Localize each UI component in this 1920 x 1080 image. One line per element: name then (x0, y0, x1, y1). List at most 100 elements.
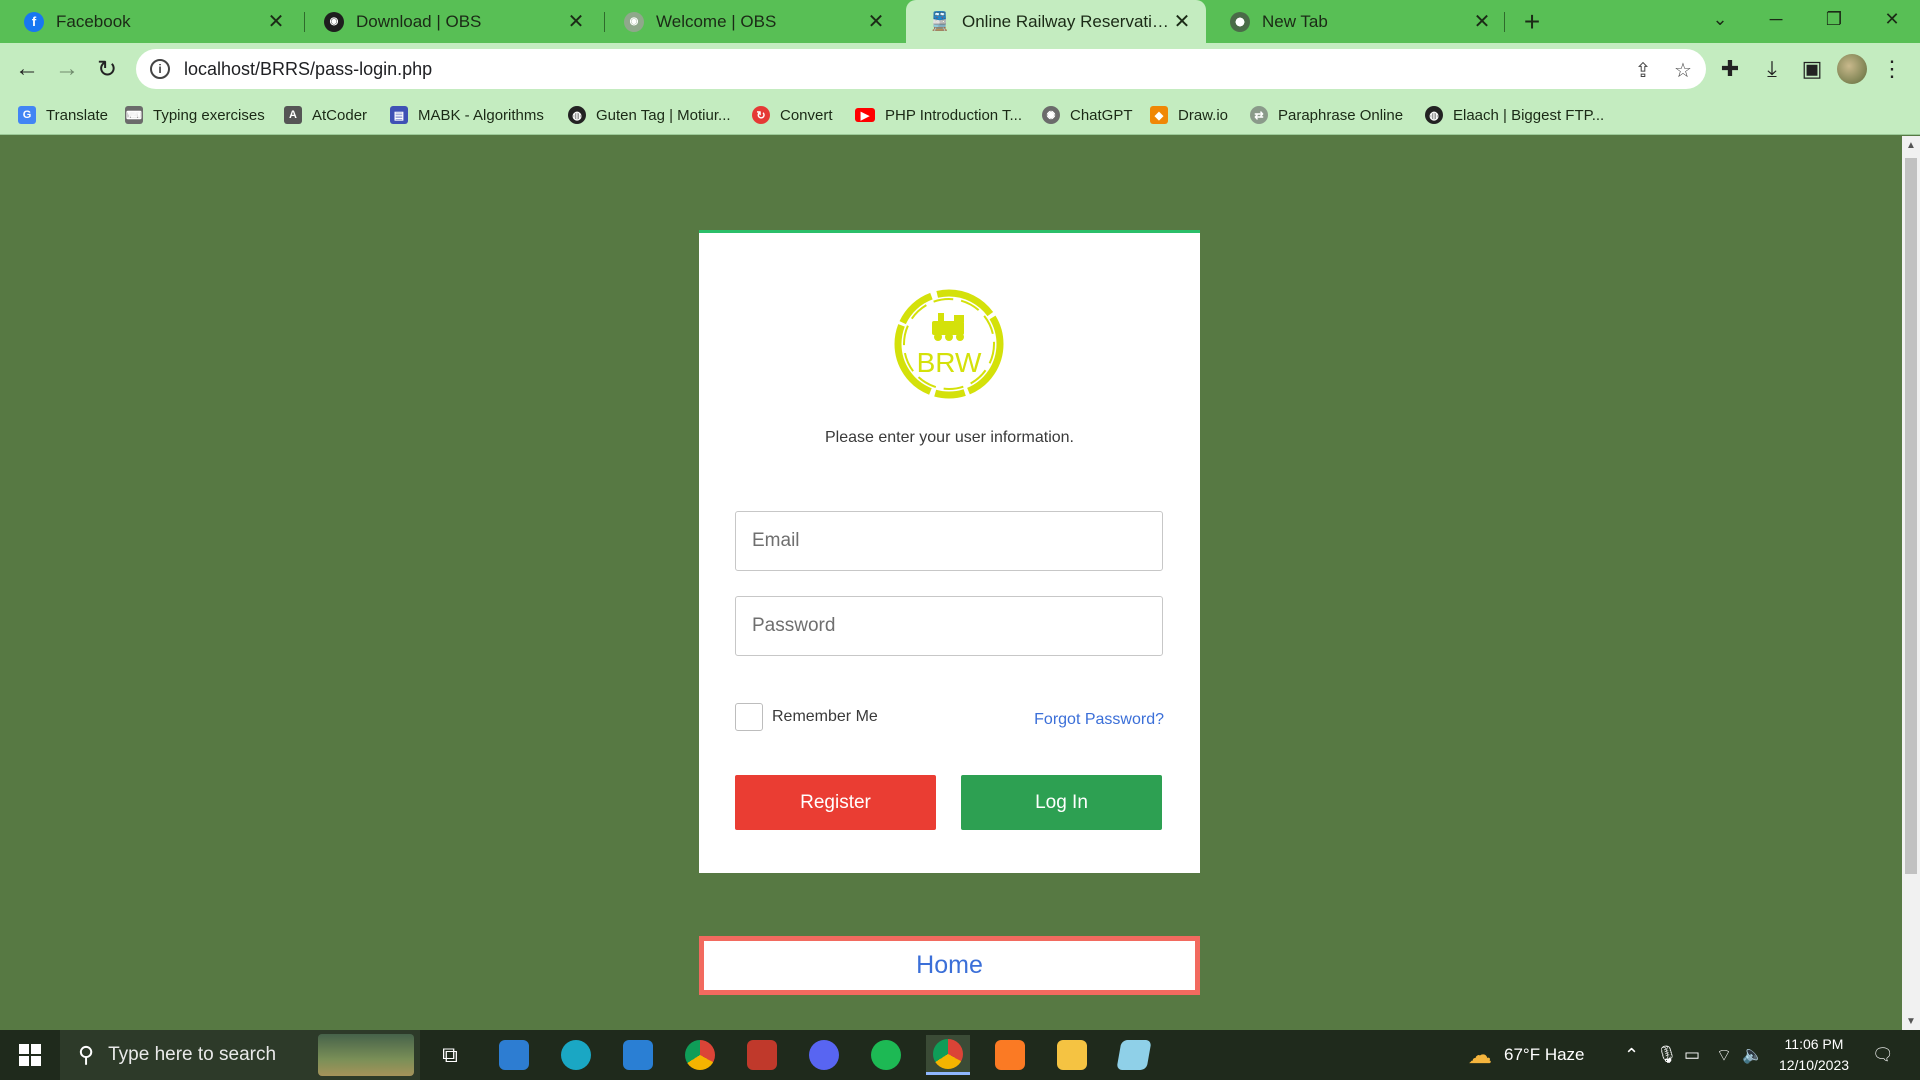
new-tab-button[interactable]: + (1516, 6, 1548, 38)
profile-avatar[interactable] (1837, 54, 1867, 84)
bookmark-chatgpt[interactable]: ✺ ChatGPT (1042, 103, 1133, 127)
close-icon[interactable]: ✕ (264, 10, 288, 34)
side-panel-icon[interactable]: ▣ (1798, 55, 1826, 83)
address-bar[interactable]: i localhost/BRRS/pass-login.php ⇪ ☆ (136, 49, 1706, 89)
bookmark-atcoder[interactable]: A AtCoder (284, 103, 367, 127)
tab-download-obs[interactable]: ◉ Download | OBS ✕ (300, 0, 600, 43)
tab-railway-reservation[interactable]: 🚆 Online Railway Reservation Syste ✕ (906, 0, 1206, 43)
close-icon[interactable]: ✕ (1470, 10, 1494, 34)
atcoder-icon: A (284, 106, 302, 124)
bookmark-guten-tag[interactable]: ◍ Guten Tag | Motiur... (568, 103, 731, 127)
tab-search-chevron-icon[interactable]: ⌄ (1692, 0, 1748, 38)
tab-title: Welcome | OBS (656, 11, 777, 31)
page-content: BRW Please enter your user information. … (0, 136, 1902, 1030)
tab-strip: f Facebook ✕ ◉ Download | OBS ✕ ◉ Welcom… (0, 0, 1920, 43)
battery-icon[interactable]: ▭ (1684, 1030, 1700, 1080)
chrome-active-icon[interactable] (926, 1035, 970, 1075)
volume-icon[interactable]: 🔈 (1742, 1030, 1763, 1080)
close-icon[interactable]: ✕ (864, 10, 888, 34)
tab-new-tab[interactable]: New Tab ✕ (1206, 0, 1506, 43)
back-button[interactable]: ← (10, 52, 44, 86)
tab-facebook[interactable]: f Facebook ✕ (0, 0, 300, 43)
edge-icon[interactable] (554, 1035, 598, 1075)
task-view-icon[interactable]: ⧉ (428, 1035, 472, 1075)
bookmark-mabk-algorithms[interactable]: ▤ MABK - Algorithms (390, 103, 544, 127)
discord-icon[interactable] (802, 1035, 846, 1075)
youtube-icon: ▶ (855, 108, 875, 122)
remember-me[interactable]: Remember Me (735, 703, 878, 731)
start-button[interactable] (0, 1030, 60, 1080)
xampp-icon[interactable] (988, 1035, 1032, 1075)
bookmark-star-icon[interactable]: ☆ (1670, 57, 1696, 83)
remember-me-checkbox[interactable] (735, 703, 763, 731)
tab-separator (1504, 12, 1505, 32)
bookmark-drawio[interactable]: ◆ Draw.io (1150, 103, 1228, 127)
bookmark-convert[interactable]: ↻ Convert (752, 103, 833, 127)
close-window-button[interactable]: ✕ (1864, 0, 1920, 38)
scroll-up-arrow-icon[interactable]: ▲ (1906, 140, 1916, 151)
microphone-icon[interactable]: 🎙 (1656, 1030, 1678, 1080)
close-icon[interactable]: ✕ (564, 10, 588, 34)
site-info-icon[interactable]: i (150, 59, 170, 79)
search-icon: ⚲ (78, 1042, 95, 1067)
clock-time: 11:06 PM (1784, 1036, 1844, 1052)
folder-icon[interactable] (1050, 1035, 1094, 1075)
share-icon[interactable]: ⇪ (1630, 57, 1656, 83)
address-url[interactable]: localhost/BRRS/pass-login.php (184, 59, 432, 80)
notepad-icon[interactable] (1112, 1035, 1156, 1075)
login-button[interactable]: Log In (961, 775, 1162, 830)
bookmark-label: Draw.io (1178, 106, 1229, 124)
restore-button[interactable]: ❐ (1806, 0, 1862, 38)
email-field[interactable] (735, 511, 1163, 571)
google-translate-icon: G (18, 106, 36, 124)
page-scrollbar[interactable]: ▲ ▼ (1902, 136, 1920, 1030)
home-link-box[interactable]: Home (699, 936, 1200, 995)
bookmark-paraphrase-online[interactable]: ⇄ Paraphrase Online (1250, 103, 1403, 127)
bookmark-label: AtCoder (312, 106, 368, 124)
brw-logo-icon: BRW (894, 289, 1004, 399)
file-manager-app-icon[interactable] (492, 1035, 536, 1075)
bookmark-typing-exercises[interactable]: ⌨ Typing exercises (125, 103, 265, 127)
show-hidden-icons-chevron-icon[interactable]: ⌃ (1624, 1030, 1639, 1080)
forward-button[interactable]: → (50, 52, 84, 86)
reload-button[interactable]: ↻ (90, 52, 124, 86)
minimize-button[interactable]: ─ (1748, 0, 1804, 38)
taskbar-clock[interactable]: 11:06 PM 12/10/2023 (1766, 1034, 1862, 1076)
bookmark-label: ChatGPT (1070, 106, 1133, 124)
download-icon[interactable]: ⤓ (1758, 55, 1786, 83)
close-icon[interactable]: ✕ (1170, 10, 1194, 34)
register-button[interactable]: Register (735, 775, 936, 830)
train-icon: 🚆 (928, 11, 952, 31)
haze-weather-icon: ☁ (1468, 1041, 1492, 1069)
taskbar-search[interactable]: ⚲ Type here to search (60, 1030, 420, 1080)
scroll-down-arrow-icon[interactable]: ▼ (1906, 1016, 1916, 1027)
home-link[interactable]: Home (916, 951, 983, 980)
tab-welcome-obs[interactable]: ◉ Welcome | OBS ✕ (600, 0, 900, 43)
bookmark-label: Convert (780, 106, 833, 124)
bookmark-label: MABK - Algorithms (418, 106, 544, 124)
bookmark-label: Elaach | Biggest FTP... (1453, 106, 1605, 124)
weather-text: 67°F Haze (1504, 1045, 1585, 1064)
scroll-thumb[interactable] (1905, 158, 1917, 874)
globe-icon: ◍ (1425, 106, 1443, 124)
forgot-password-link[interactable]: Forgot Password? (1034, 711, 1164, 729)
weather-widget[interactable]: ☁ 67°F Haze (1468, 1030, 1585, 1080)
bookmark-translate[interactable]: G Translate (18, 103, 108, 127)
extensions-puzzle-icon[interactable]: ✚ (1716, 55, 1744, 83)
mail-icon[interactable] (616, 1035, 660, 1075)
wifi-icon[interactable]: ⌔ (1716, 1030, 1732, 1080)
spotify-icon[interactable] (864, 1035, 908, 1075)
menu-kebab-icon[interactable]: ⋮ (1878, 55, 1906, 83)
tab-title: New Tab (1262, 11, 1328, 31)
notification-center-icon[interactable]: 🗨 (1872, 1030, 1894, 1080)
password-field[interactable] (735, 596, 1163, 656)
chrome-icon (1230, 11, 1250, 32)
login-card: BRW Please enter your user information. … (699, 230, 1200, 873)
login-hint: Please enter your user information. (824, 429, 1074, 446)
bookmark-elaach[interactable]: ◍ Elaach | Biggest FTP... (1425, 103, 1604, 127)
bookmark-php-introduction[interactable]: ▶ PHP Introduction T... (855, 103, 1022, 127)
tab-title: Online Railway Reservation Syste (962, 11, 1170, 31)
remember-me-label[interactable]: Remember Me (772, 708, 878, 726)
chrome-icon[interactable] (678, 1035, 722, 1075)
app-launcher-icon[interactable] (740, 1035, 784, 1075)
